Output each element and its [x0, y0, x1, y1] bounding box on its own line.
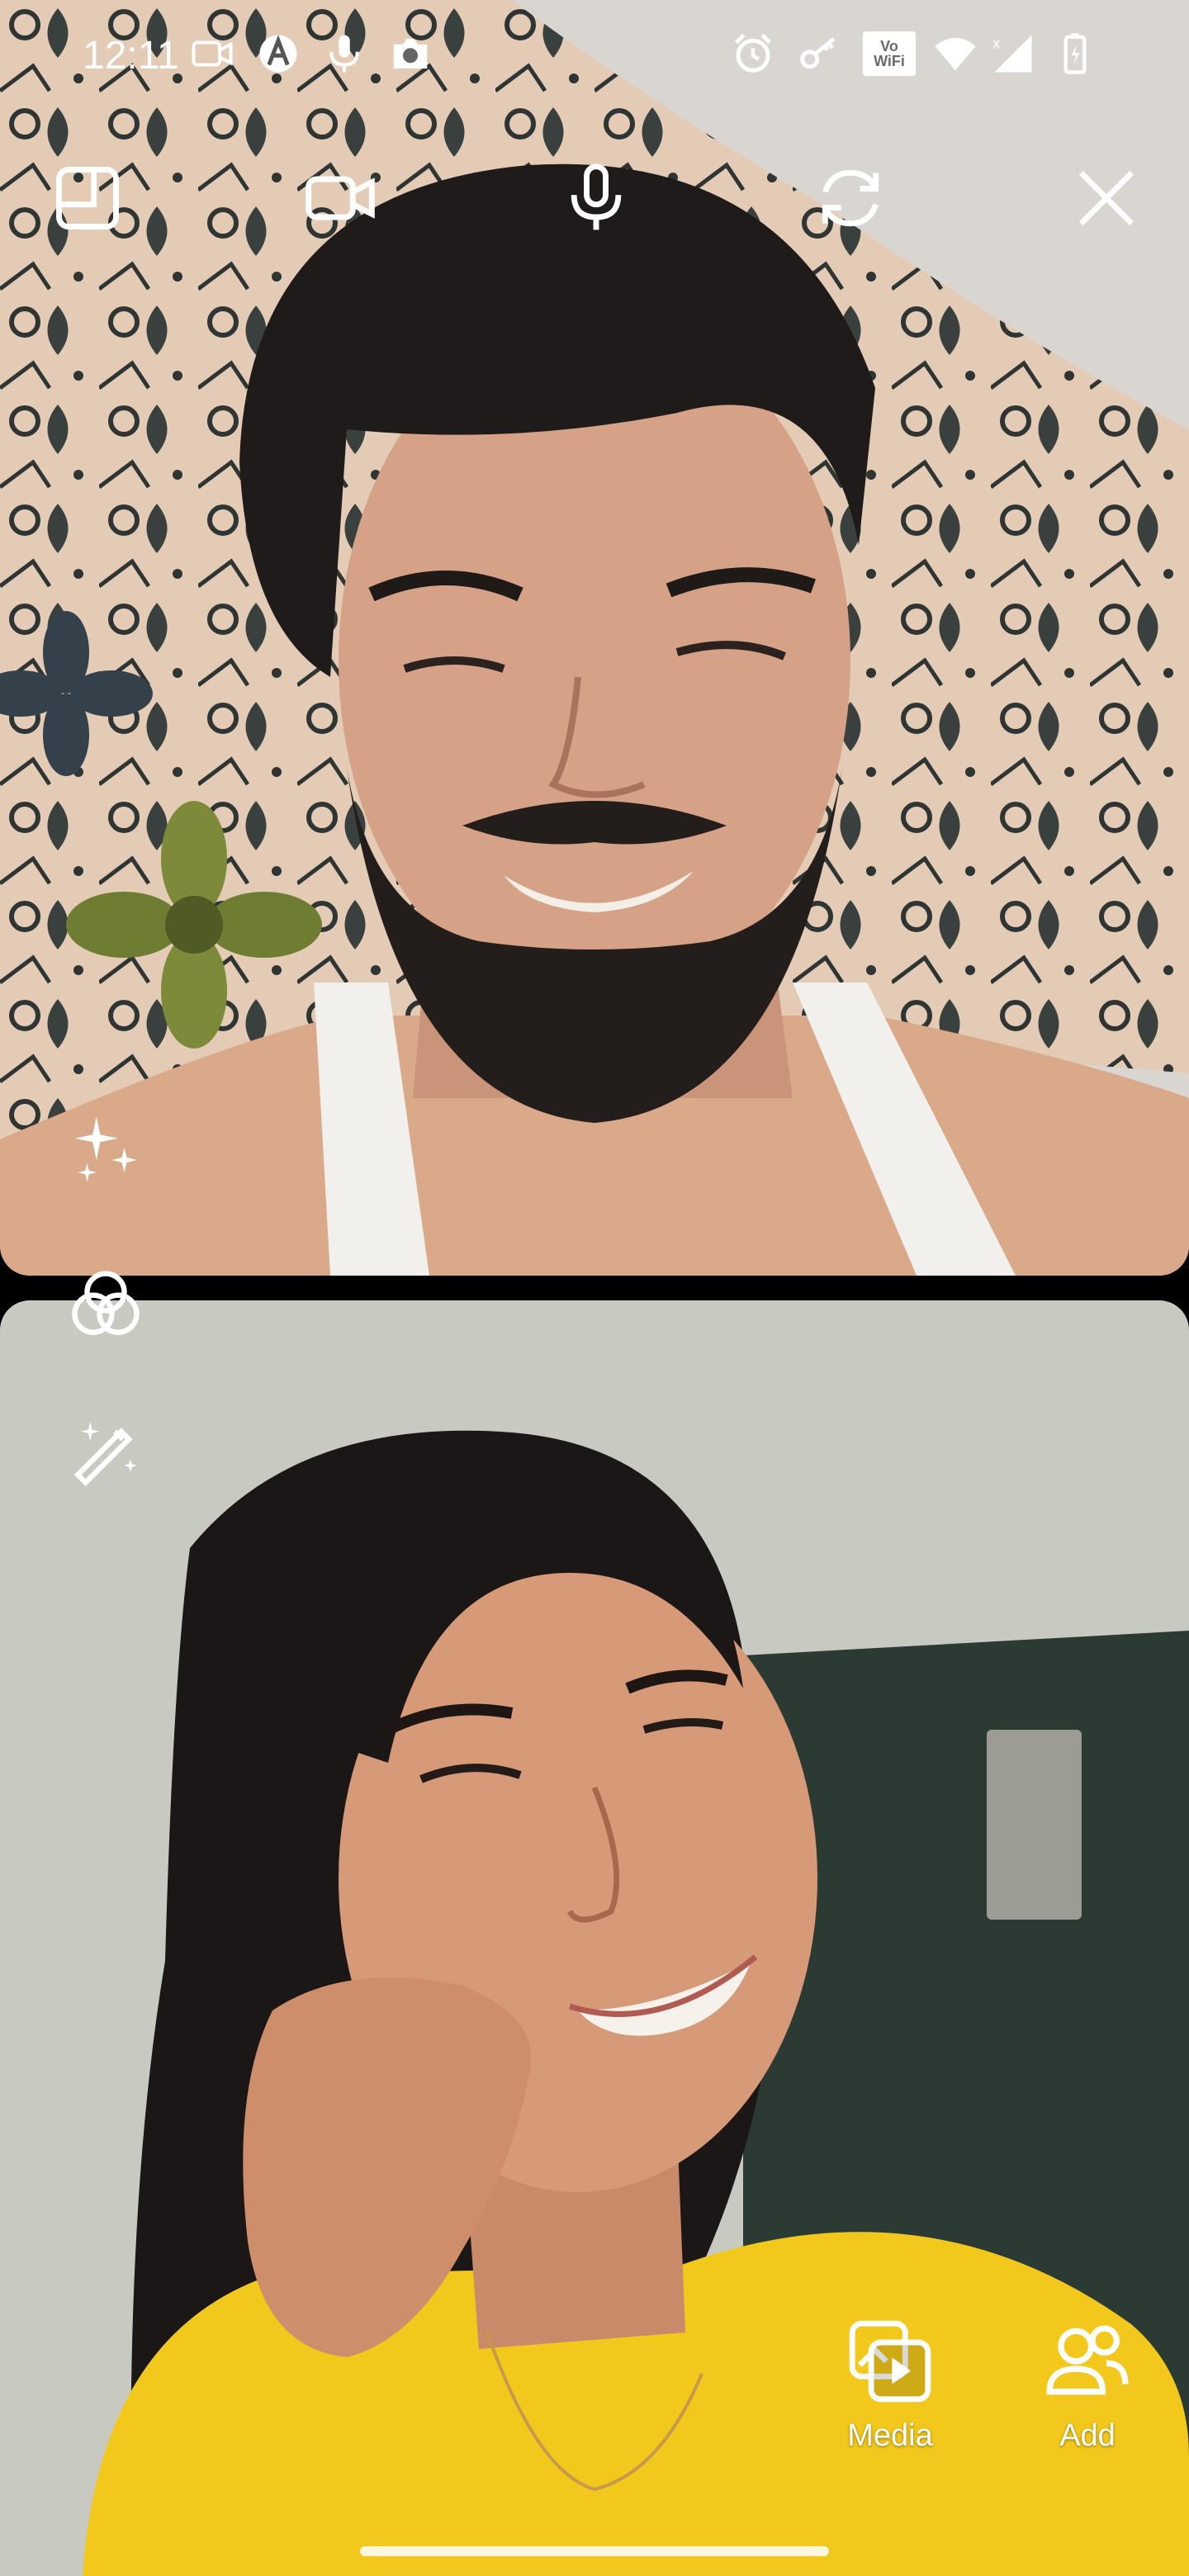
camera-icon [388, 31, 433, 76]
home-indicator[interactable] [360, 2546, 829, 2556]
effects-button[interactable] [64, 1106, 147, 1189]
flip-camera-icon [822, 169, 879, 227]
media-button[interactable]: Media [820, 2316, 960, 2481]
alarm-icon [731, 31, 775, 76]
self-video-tile[interactable] [0, 1300, 1189, 2576]
status-time: 12:11 [83, 34, 179, 78]
vowifi-icon: Vo WiFi [863, 31, 916, 76]
signal-icon: x [991, 31, 1035, 76]
a-logo-icon [256, 31, 301, 76]
battery-icon [1053, 31, 1097, 76]
wifi-icon [933, 31, 978, 76]
touch-up-button[interactable] [64, 1412, 147, 1494]
video-call-screen: 12:11 Vo WiFi x Media Add [0, 0, 1189, 2576]
media-icon [849, 2320, 931, 2403]
end-call-button[interactable] [1065, 157, 1148, 239]
video-camera-icon [306, 176, 375, 220]
add-participant-button[interactable]: Add [1017, 2316, 1158, 2481]
video-camera-icon [190, 31, 234, 76]
color-filter-icon [72, 1271, 140, 1335]
layout-icon [56, 167, 119, 230]
toggle-video-button[interactable] [299, 157, 381, 239]
flip-camera-button[interactable] [809, 157, 892, 239]
media-label: Media [847, 2418, 933, 2453]
microphone-icon [571, 163, 622, 230]
key-icon [797, 31, 841, 76]
add-people-icon [1046, 2325, 1129, 2395]
toggle-mic-button[interactable] [555, 157, 637, 239]
status-bar: 12:11 Vo WiFi x [0, 0, 1189, 116]
svg-text:x: x [992, 35, 1000, 51]
sparkles-icon [74, 1116, 137, 1182]
self-video-feed [0, 1300, 1189, 2576]
layout-button[interactable] [46, 157, 129, 239]
filters-button[interactable] [64, 1263, 147, 1346]
add-label: Add [1059, 2418, 1116, 2453]
magic-wand-icon [73, 1422, 137, 1487]
microphone-icon [322, 31, 367, 76]
close-icon [1078, 170, 1135, 226]
